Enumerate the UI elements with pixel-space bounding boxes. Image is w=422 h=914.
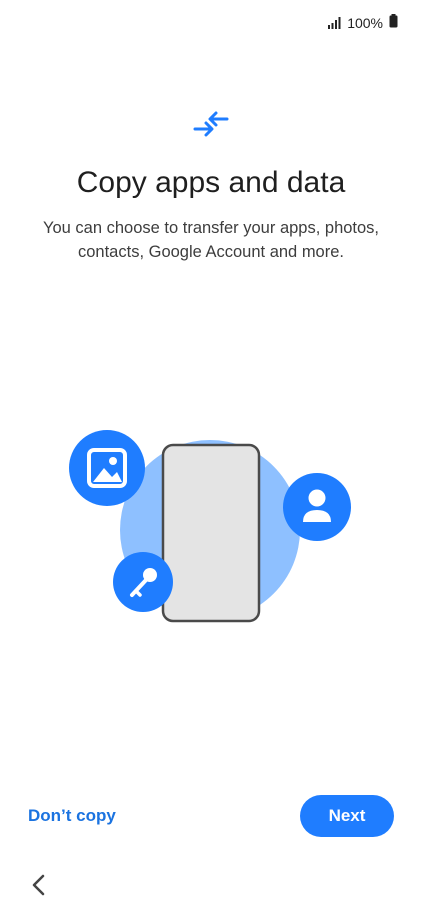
gallery-icon: [69, 430, 145, 506]
key-icon: [113, 552, 173, 612]
chevron-left-icon[interactable]: [28, 872, 50, 898]
page-title: Copy apps and data: [76, 166, 346, 199]
person-icon: [283, 473, 351, 541]
dont-copy-button[interactable]: Don’t copy: [28, 806, 116, 826]
status-bar: 100%: [327, 14, 398, 31]
page-subtitle: You can choose to transfer your apps, ph…: [42, 219, 380, 261]
battery-percentage: 100%: [347, 14, 383, 31]
transfer-arrows-icon: [191, 110, 231, 138]
signal-icon: [327, 16, 341, 29]
illustration: [60, 410, 360, 650]
phone-icon: [161, 443, 261, 623]
next-button[interactable]: Next: [300, 795, 394, 837]
battery-icon: [389, 14, 398, 31]
